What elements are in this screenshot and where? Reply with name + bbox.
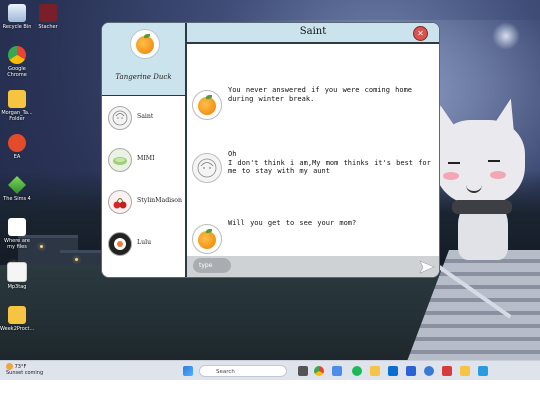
file-icon	[8, 218, 26, 236]
recycle-bin-icon	[8, 4, 26, 22]
file-explorer-icon[interactable]	[370, 366, 380, 376]
screen-margin	[0, 380, 540, 405]
chrome-icon	[8, 46, 26, 64]
close-button[interactable]: ✕	[413, 26, 428, 41]
start-icon[interactable]	[183, 366, 193, 376]
desktop-icon-label: Stacher	[38, 24, 58, 30]
orange-icon	[192, 90, 222, 120]
contact-name: Saint	[137, 113, 154, 120]
window-light	[40, 245, 43, 248]
desktop-icon-stacher[interactable]: Stacher	[31, 4, 65, 30]
desktop-icon-label: Mp3tag	[7, 284, 27, 290]
cherry-icon	[108, 190, 132, 214]
send-arrow-icon	[419, 260, 435, 274]
spotify-icon[interactable]	[352, 366, 362, 376]
conversation-panel: Saint ✕ You never answered if you were c…	[187, 23, 439, 277]
orange-icon	[198, 231, 216, 249]
taskbar: 73°F Sunset coming Search	[0, 360, 540, 381]
matcha-icon	[108, 148, 132, 172]
send-button[interactable]	[419, 259, 435, 274]
message-text: Will you get to see your mom?	[228, 219, 357, 227]
desktop-icon-label: Recycle Bin	[2, 24, 32, 30]
desktop-icon-label: Week2Proct...	[0, 326, 35, 332]
desktop-icon-mp3tag[interactable]: Mp3tag	[0, 262, 34, 290]
contact-mimi[interactable]: MIMI	[102, 139, 185, 181]
desktop-icon-chrome[interactable]: Google Chrome	[0, 46, 34, 78]
desktop-icon-label: Where are my files	[4, 238, 30, 250]
download-icon[interactable]	[406, 366, 416, 376]
message-input[interactable]: type	[193, 258, 231, 273]
moon	[492, 22, 520, 50]
message-text: You never answered if you were coming ho…	[228, 86, 418, 103]
folder-icon[interactable]	[460, 366, 470, 376]
profile-avatar	[130, 29, 160, 59]
task-view-icon[interactable]	[298, 366, 308, 376]
stacher-icon	[39, 4, 57, 22]
sushi-icon	[108, 232, 132, 256]
cat-eye	[488, 160, 500, 162]
orange-icon	[192, 224, 222, 254]
chat-window: Tangerine Duck Saint MIMI StylinMadison …	[101, 22, 440, 278]
desktop-icon-label: Morgan_Ta... Folder	[1, 110, 33, 122]
desktop-icon-folder[interactable]: Morgan_Ta... Folder	[0, 90, 34, 122]
cat-eye	[448, 162, 460, 164]
desktop-icon-week-folder[interactable]: Week2Proct...	[0, 306, 34, 332]
sketch-face-icon	[108, 106, 132, 130]
profile-name: Tangerine Duck	[115, 73, 172, 81]
message-text: Oh I don't think i am,My mom thinks it's…	[228, 150, 431, 175]
contact-lulu[interactable]: Lulu	[102, 223, 185, 265]
taskbar-search[interactable]: Search	[199, 365, 287, 377]
desktop-icon-label: The Sims 4	[3, 196, 31, 202]
weather-text: Sunset coming	[6, 370, 44, 376]
arrow-app-icon[interactable]	[478, 366, 488, 376]
chrome-icon[interactable]	[314, 366, 324, 376]
mail-icon[interactable]	[388, 366, 398, 376]
weather-widget[interactable]: 73°F Sunset coming	[6, 363, 43, 376]
contact-saint[interactable]: Saint	[102, 97, 185, 139]
message-input-bar: type	[187, 256, 439, 277]
conversation-header: Saint ✕	[187, 23, 439, 44]
folder-icon	[8, 90, 26, 108]
sims-icon	[8, 176, 26, 194]
contact-name: StylinMadison	[137, 197, 183, 204]
desktop-icon-label: EA	[13, 154, 21, 160]
sun-icon	[6, 363, 13, 370]
user-profile[interactable]: Tangerine Duck	[102, 23, 185, 96]
app-icon[interactable]	[442, 366, 452, 376]
desktop-icon-recycle-bin[interactable]: Recycle Bin	[0, 4, 34, 30]
desktop-icon-files[interactable]: Where are my files	[0, 218, 34, 250]
sketch-face-icon	[192, 153, 222, 183]
cat-cheek	[490, 171, 506, 179]
ea-icon	[8, 134, 26, 152]
contacts-sidebar: Tangerine Duck Saint MIMI StylinMadison …	[102, 23, 187, 277]
orange-icon	[198, 97, 216, 115]
desktop-icon-ea[interactable]: EA	[0, 134, 34, 160]
window-light	[75, 258, 78, 261]
orange-icon	[136, 36, 154, 54]
folder-icon	[8, 306, 26, 324]
conversation-title: Saint	[299, 26, 327, 37]
mp3tag-icon	[7, 262, 27, 282]
contact-name: MIMI	[137, 155, 155, 162]
edge-icon[interactable]	[424, 366, 434, 376]
chat-icon[interactable]	[332, 366, 342, 376]
desktop-icon-label: Google Chrome	[7, 66, 27, 78]
desktop-icon-sims[interactable]: The Sims 4	[0, 176, 34, 202]
contact-name: Lulu	[137, 239, 152, 246]
contact-stylinmadison[interactable]: StylinMadison	[102, 181, 185, 223]
cat-scarf	[452, 200, 512, 214]
cat-cheek	[443, 172, 459, 180]
